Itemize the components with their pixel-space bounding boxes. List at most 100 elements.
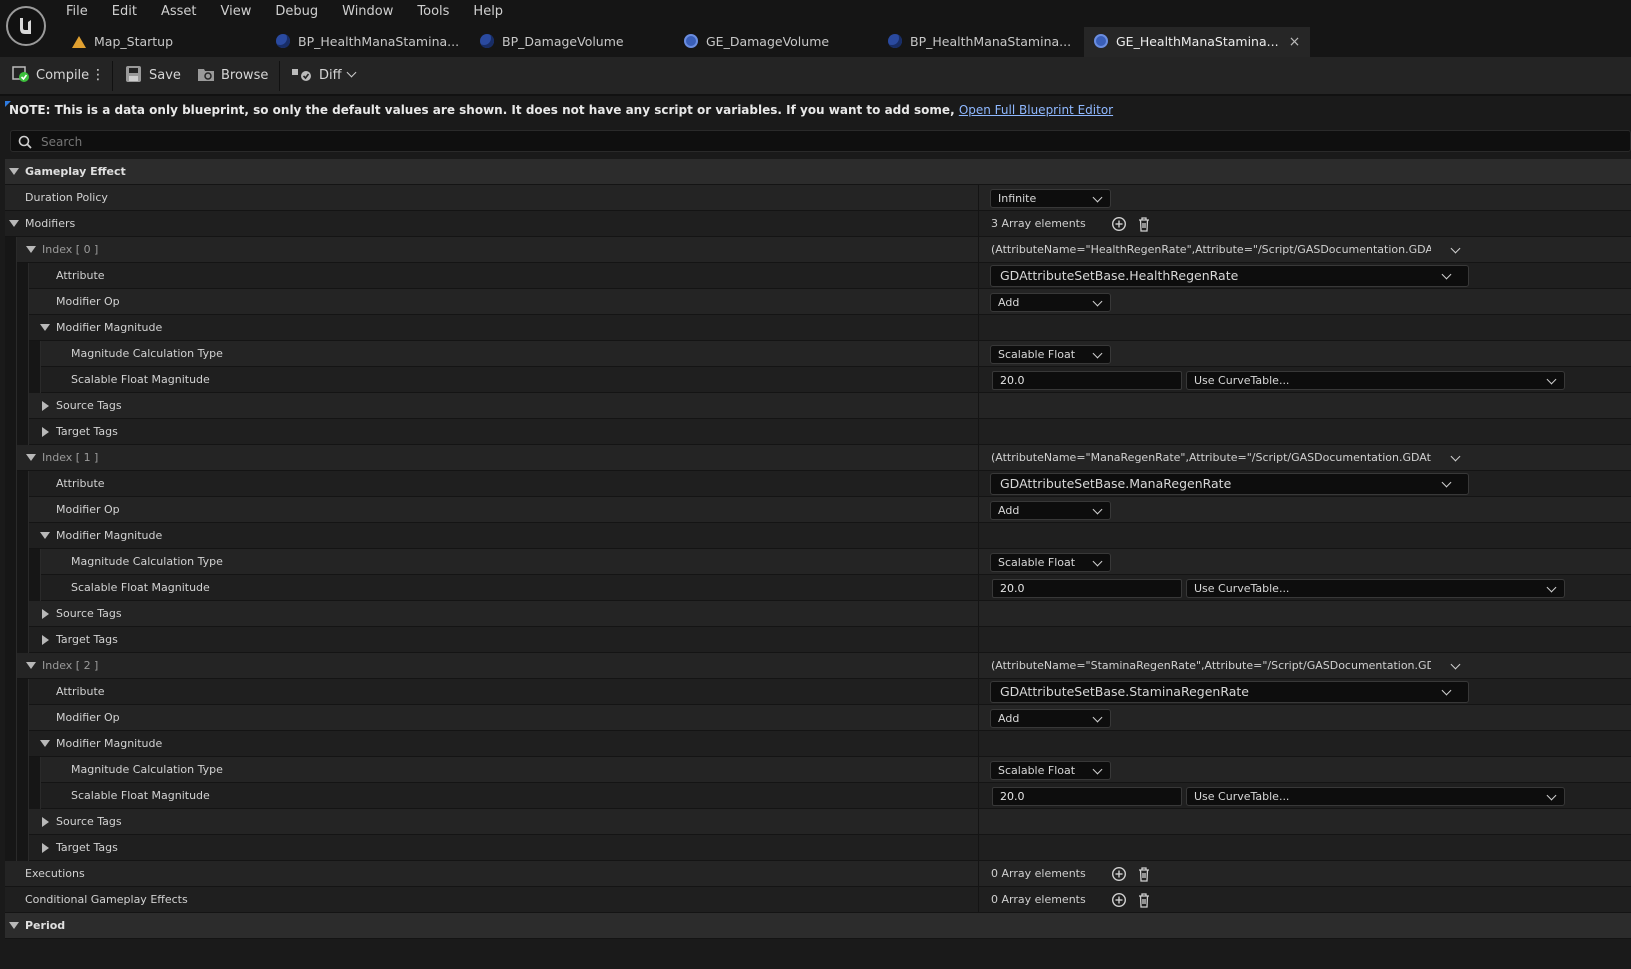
search-input[interactable]: [39, 132, 1543, 152]
collapse-arrow-icon[interactable]: [9, 922, 19, 929]
curve-table-dropdown[interactable]: Use CurveTable...: [1186, 579, 1565, 598]
column-splitter[interactable]: [978, 471, 979, 497]
compile-options-menu-icon[interactable]: ⋮: [91, 57, 105, 94]
delete-all-icon[interactable]: [1136, 866, 1152, 882]
tab-ge-damagevolume[interactable]: GE_DamageVolume: [684, 27, 829, 57]
chevron-down-icon[interactable]: [1450, 451, 1461, 462]
curve-table-dropdown[interactable]: Use CurveTable...: [1186, 371, 1565, 390]
modifier-op-dropdown[interactable]: Add: [990, 501, 1111, 520]
column-splitter[interactable]: [978, 419, 979, 445]
collapse-arrow-icon[interactable]: [40, 324, 50, 331]
diff-button[interactable]: Diff: [291, 57, 357, 94]
column-splitter[interactable]: [978, 809, 979, 835]
collapse-arrow-icon[interactable]: [9, 168, 19, 175]
attribute-dropdown[interactable]: GDAttributeSetBase.HealthRegenRate: [990, 265, 1469, 287]
column-splitter[interactable]: [978, 627, 979, 653]
modifier-op-dropdown[interactable]: Add: [990, 293, 1111, 312]
property-label: Attribute: [56, 477, 105, 490]
delete-all-icon[interactable]: [1136, 892, 1152, 908]
menu-tools[interactable]: Tools: [417, 3, 461, 21]
unreal-logo-icon[interactable]: [6, 6, 46, 46]
magnitude-value-field[interactable]: 20.0: [992, 579, 1182, 598]
column-splitter[interactable]: [978, 783, 979, 809]
expand-arrow-icon[interactable]: [42, 609, 49, 619]
column-splitter[interactable]: [978, 835, 979, 861]
tab-bp-damagevolume[interactable]: BP_DamageVolume: [480, 27, 624, 57]
collapse-arrow-icon[interactable]: [26, 662, 36, 669]
column-splitter[interactable]: [978, 601, 979, 627]
menu-view[interactable]: View: [221, 3, 264, 21]
magnitude-value-field[interactable]: 20.0: [992, 371, 1182, 390]
add-element-icon[interactable]: [1111, 892, 1127, 908]
column-splitter[interactable]: [978, 393, 979, 419]
expand-arrow-icon[interactable]: [42, 427, 49, 437]
compile-button[interactable]: Compile: [12, 57, 89, 94]
column-splitter[interactable]: [978, 549, 979, 575]
tab-ge-healthmanastamina[interactable]: GE_HealthManaStamina... ×: [1084, 27, 1311, 57]
menu-window[interactable]: Window: [342, 3, 405, 21]
details-panel: Gameplay Effect Duration Policy Infinite…: [5, 159, 1631, 939]
column-splitter[interactable]: [978, 341, 979, 367]
menu-asset[interactable]: Asset: [161, 3, 209, 21]
calculation-type-dropdown[interactable]: Scalable Float: [990, 345, 1111, 364]
tab-bp-healthmanastamina-1[interactable]: BP_HealthManaStamina...: [276, 27, 459, 57]
delete-all-icon[interactable]: [1136, 216, 1152, 232]
attribute-dropdown[interactable]: GDAttributeSetBase.StaminaRegenRate: [990, 681, 1469, 703]
column-splitter[interactable]: [978, 653, 979, 679]
column-splitter[interactable]: [978, 263, 979, 289]
expand-arrow-icon[interactable]: [42, 817, 49, 827]
curve-table-dropdown[interactable]: Use CurveTable...: [1186, 787, 1565, 806]
browse-button[interactable]: Browse: [197, 57, 268, 94]
column-splitter[interactable]: [978, 289, 979, 315]
menu-edit[interactable]: Edit: [112, 3, 149, 21]
magnitude-value-field[interactable]: 20.0: [992, 787, 1182, 806]
menu-file[interactable]: File: [66, 3, 100, 21]
expand-arrow-icon[interactable]: [42, 843, 49, 853]
column-splitter[interactable]: [978, 861, 979, 887]
modifier-op-dropdown[interactable]: Add: [990, 709, 1111, 728]
open-full-blueprint-editor-link[interactable]: Open Full Blueprint Editor: [959, 103, 1113, 117]
column-splitter[interactable]: [978, 757, 979, 783]
menu-help[interactable]: Help: [473, 3, 515, 21]
column-splitter[interactable]: [978, 705, 979, 731]
column-splitter[interactable]: [978, 445, 979, 471]
collapse-arrow-icon[interactable]: [40, 740, 50, 747]
column-splitter[interactable]: [978, 497, 979, 523]
calculation-type-dropdown[interactable]: Scalable Float: [990, 761, 1111, 780]
calculation-type-dropdown[interactable]: Scalable Float: [990, 553, 1111, 572]
column-splitter[interactable]: [978, 367, 979, 393]
column-splitter[interactable]: [978, 185, 979, 211]
add-element-icon[interactable]: [1111, 866, 1127, 882]
column-splitter[interactable]: [978, 887, 979, 913]
expand-arrow-icon[interactable]: [42, 635, 49, 645]
column-splitter[interactable]: [978, 211, 979, 237]
column-splitter[interactable]: [978, 315, 979, 341]
close-icon[interactable]: ×: [1289, 34, 1301, 50]
expand-arrow-icon[interactable]: [42, 401, 49, 411]
collapse-arrow-icon[interactable]: [26, 454, 36, 461]
tab-map-startup[interactable]: Map_Startup: [72, 27, 173, 57]
column-splitter[interactable]: [978, 523, 979, 549]
array-count: 0 Array elements: [991, 893, 1086, 906]
category-gameplay-effect[interactable]: Gameplay Effect: [5, 159, 1631, 185]
collapse-arrow-icon[interactable]: [9, 220, 19, 227]
compile-success-icon: [12, 66, 29, 82]
property-modifier-op: Modifier Op Add: [5, 705, 1631, 731]
column-splitter[interactable]: [978, 731, 979, 757]
tab-bp-healthmanastamina-2[interactable]: BP_HealthManaStamina...: [888, 27, 1071, 57]
duration-policy-dropdown[interactable]: Infinite: [990, 189, 1111, 208]
attribute-dropdown[interactable]: GDAttributeSetBase.ManaRegenRate: [990, 473, 1469, 495]
chevron-down-icon[interactable]: [1450, 243, 1461, 254]
category-period[interactable]: Period: [5, 913, 1631, 939]
add-element-icon[interactable]: [1111, 216, 1127, 232]
collapse-arrow-icon[interactable]: [40, 532, 50, 539]
menu-debug[interactable]: Debug: [275, 3, 330, 21]
column-splitter[interactable]: [978, 679, 979, 705]
save-button[interactable]: Save: [125, 57, 181, 94]
column-splitter[interactable]: [978, 575, 979, 601]
details-search[interactable]: [10, 130, 1631, 152]
property-label: Scalable Float Magnitude: [71, 581, 210, 594]
column-splitter[interactable]: [978, 237, 979, 263]
collapse-arrow-icon[interactable]: [26, 246, 36, 253]
chevron-down-icon[interactable]: [1450, 659, 1461, 670]
